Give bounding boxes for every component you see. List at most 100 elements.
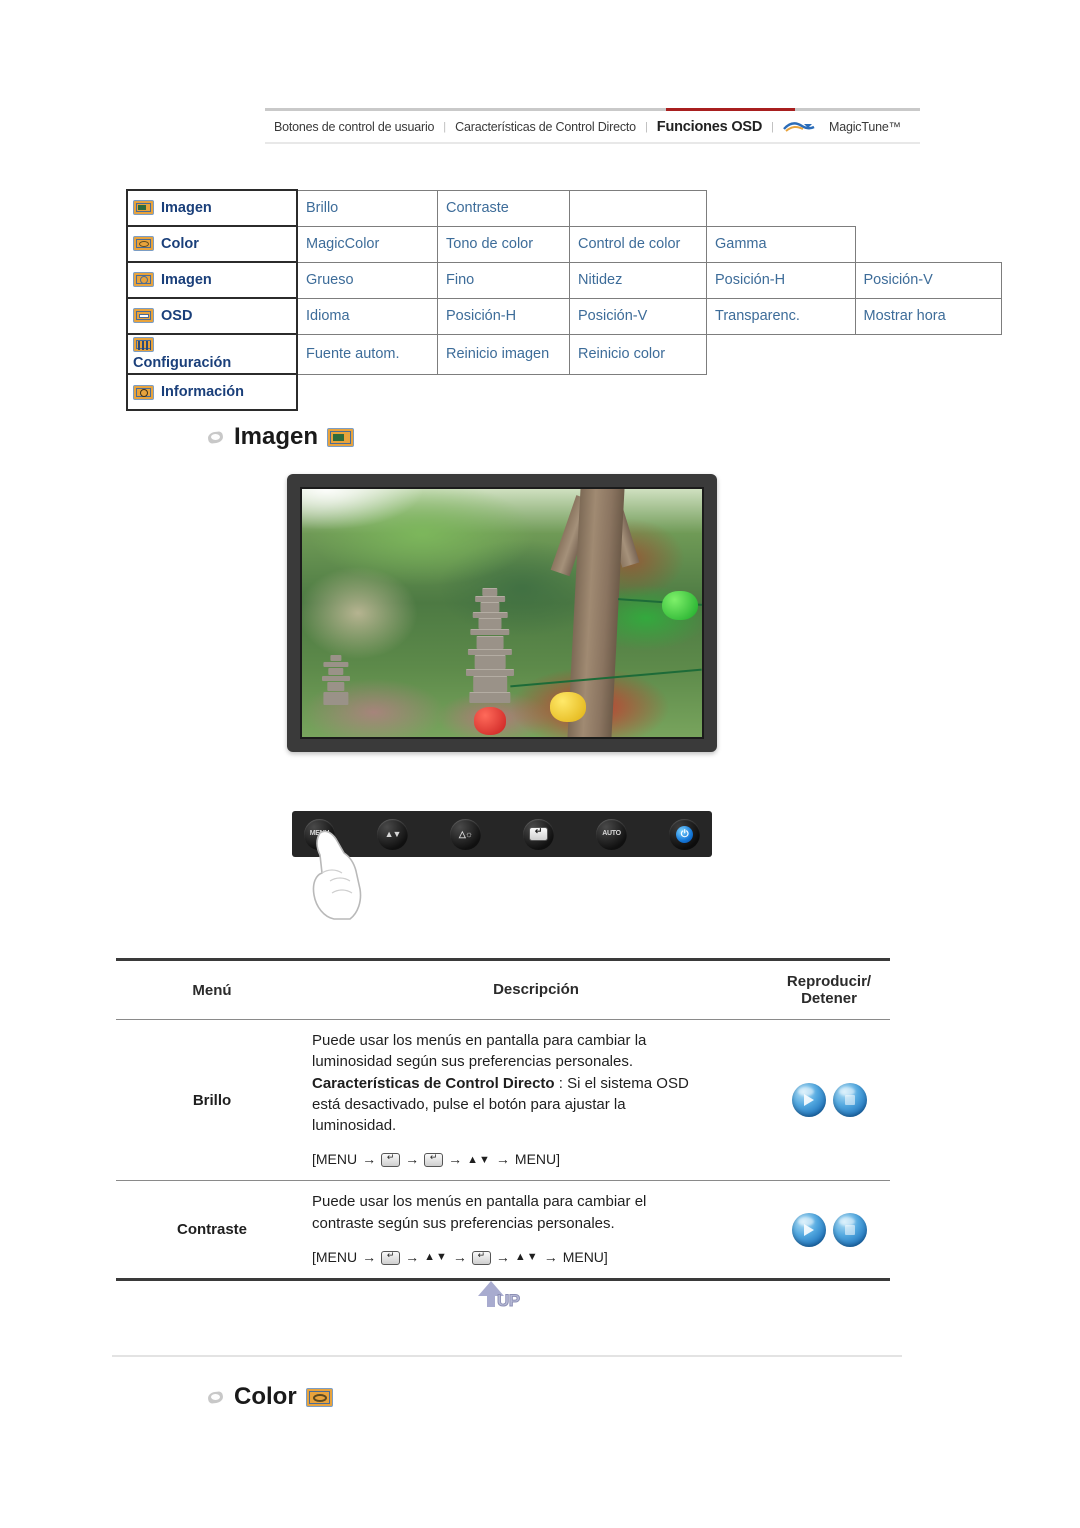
menu-cell-empty <box>855 226 1001 262</box>
menu-cell-empty <box>855 334 1001 374</box>
category-label: Imagen <box>161 199 212 216</box>
arrow-icon: → <box>543 1248 558 1265</box>
monitor-button-bar: MENU ▲▼ △☼ AUTO ⏻ <box>292 811 712 857</box>
menu-item-grueso[interactable]: Grueso <box>296 261 438 299</box>
section-divider <box>112 1355 902 1357</box>
menu-item-posicion-v[interactable]: Posición-V <box>569 297 707 335</box>
pagoda-icon <box>466 588 514 704</box>
table-row: Brillo Puede usar los menús en pantalla … <box>116 1019 890 1182</box>
page-title: Imagen <box>234 423 319 450</box>
menu-category-osd[interactable]: OSD <box>126 297 298 335</box>
page-title: Color <box>234 1383 297 1410</box>
menu-cell-blank <box>569 189 707 227</box>
power-button[interactable]: ⏻ <box>669 818 700 850</box>
table-row: OSD Idioma Posición-H Posición-V Transpa… <box>126 297 1002 335</box>
up-arrow-stem <box>487 1295 495 1307</box>
menu-cell-empty <box>438 374 570 410</box>
menu-category-informacion[interactable]: Información <box>126 373 298 412</box>
nav-item-user-control-buttons[interactable]: Botones de control de usuario <box>265 120 443 134</box>
menu-item-reinicio-imagen[interactable]: Reinicio imagen <box>437 333 570 375</box>
description-table: Menú Descripción Reproducir/ Detener Bri… <box>116 958 890 1281</box>
table-row: Imagen Brillo Contraste <box>126 189 1001 227</box>
desc-line-tail: : Si el sistema OSD <box>554 1074 689 1092</box>
arrow-icon: → <box>448 1151 463 1168</box>
menu-item-posicion-v[interactable]: Posición-V <box>854 261 1002 299</box>
play-button[interactable] <box>791 1083 826 1118</box>
up-button[interactable]: UP <box>478 1281 530 1315</box>
menu-item-mostrar-hora[interactable]: Mostrar hora <box>854 297 1002 335</box>
green-lantern-icon <box>662 590 698 621</box>
monitor-screen <box>300 487 704 739</box>
menu-item-gamma[interactable]: Gamma <box>706 225 856 263</box>
header-line-1: Reproducir/ <box>786 973 872 990</box>
nav-item-direct-control-features[interactable]: Características de Control Directo <box>446 120 645 134</box>
header-menu: Menú <box>116 958 308 1020</box>
menu-item-fino[interactable]: Fino <box>437 261 570 299</box>
menu-category-color[interactable]: Color <box>126 225 298 263</box>
nav-rule-bottom <box>265 142 920 144</box>
nav-item-osd-functions[interactable]: Funciones OSD <box>648 119 771 135</box>
arrow-icon: → <box>362 1248 377 1265</box>
table-row: Configuración Fuente autom. Reinicio ima… <box>126 332 1001 376</box>
menu-item-tono-de-color[interactable]: Tono de color <box>437 225 570 263</box>
row-menu-contraste: Contraste <box>116 1180 308 1281</box>
yellow-lantern-icon <box>550 692 586 723</box>
menu-item-fuente-automatica[interactable]: Fuente autom. <box>296 333 438 375</box>
row-menu-brillo: Brillo <box>116 1019 308 1182</box>
row-description-contraste: Puede usar los menús en pantalla para ca… <box>308 1180 768 1281</box>
menu-item-posicion-h[interactable]: Posición-H <box>706 261 856 299</box>
magictune-logo-icon <box>782 120 816 134</box>
desc-line: está desactivado, pulse el botón para aj… <box>312 1095 626 1113</box>
menu-item-contraste[interactable]: Contraste <box>437 189 570 227</box>
stop-button[interactable] <box>832 1212 867 1247</box>
stop-button[interactable] <box>832 1083 867 1118</box>
menu-cell-empty <box>707 334 856 374</box>
menu-button[interactable]: MENU <box>304 818 335 850</box>
enter-key-icon <box>529 825 548 841</box>
brightness-button[interactable]: △☼ <box>450 818 481 850</box>
enter-button[interactable] <box>523 818 554 850</box>
desc-line: Puede usar los menús en pantalla para ca… <box>312 1032 647 1049</box>
play-button[interactable] <box>791 1212 826 1247</box>
menu-item-brillo[interactable]: Brillo <box>296 189 438 227</box>
up-down-arrows-icon: ▲▼ <box>424 1251 448 1264</box>
brightness-icon: △☼ <box>458 828 473 839</box>
power-icon: ⏻ <box>676 825 693 843</box>
nav-separator: | <box>771 120 775 133</box>
section-heading-color: Color <box>208 1383 333 1411</box>
table-header-row: Menú Descripción Reproducir/ Detener <box>116 958 890 1020</box>
menu-category-imagen-geometry[interactable]: Imagen <box>126 261 298 299</box>
source-updown-button[interactable]: ▲▼ <box>377 818 408 850</box>
color-icon <box>133 236 154 252</box>
up-down-arrows-icon: ▲▼ <box>384 829 402 839</box>
arrow-icon: → <box>495 1248 510 1265</box>
menu-item-control-de-color[interactable]: Control de color <box>569 225 707 263</box>
category-label: OSD <box>161 307 193 324</box>
monitor-illustration <box>287 474 717 752</box>
menu-item-reinicio-color[interactable]: Reinicio color <box>569 333 707 375</box>
enter-key-icon <box>424 1151 444 1168</box>
up-down-arrows-icon: ▲▼ <box>514 1251 539 1264</box>
desc-line: Puede usar los menús en pantalla para ca… <box>312 1193 647 1211</box>
menu-category-imagen[interactable]: Imagen <box>126 189 298 227</box>
menu-category-configuracion[interactable]: Configuración <box>126 332 298 376</box>
menu-item-magiccolor[interactable]: MagicColor <box>296 225 438 263</box>
menu-cell-empty <box>707 374 856 410</box>
menu-item-idioma[interactable]: Idioma <box>296 297 438 335</box>
key-sequence-brillo: [MENU → → → ▲▼ → MENU] <box>312 1150 764 1170</box>
menu-item-transparencia[interactable]: Transparenc. <box>706 297 856 335</box>
picture-badge-icon <box>327 427 355 447</box>
enter-key-icon <box>381 1249 401 1265</box>
section-heading-imagen: Imagen <box>208 423 355 451</box>
bullet-icon <box>208 1390 225 1405</box>
auto-button[interactable]: AUTO <box>596 818 627 850</box>
menu-item-posicion-h[interactable]: Posición-H <box>437 297 570 335</box>
category-label: Configuración <box>133 355 232 372</box>
menu-item-nitidez[interactable]: Nitidez <box>569 261 707 299</box>
color-badge-icon <box>305 1387 333 1407</box>
table-row: Imagen Grueso Fino Nitidez Posición-H Po… <box>126 261 1002 299</box>
header-line-2: Detener <box>801 990 857 1007</box>
category-label: Información <box>161 384 244 401</box>
table-row: Contraste Puede usar los menús en pantal… <box>116 1180 890 1281</box>
header-reproducir-detener: Reproducir/ Detener <box>768 958 890 1020</box>
